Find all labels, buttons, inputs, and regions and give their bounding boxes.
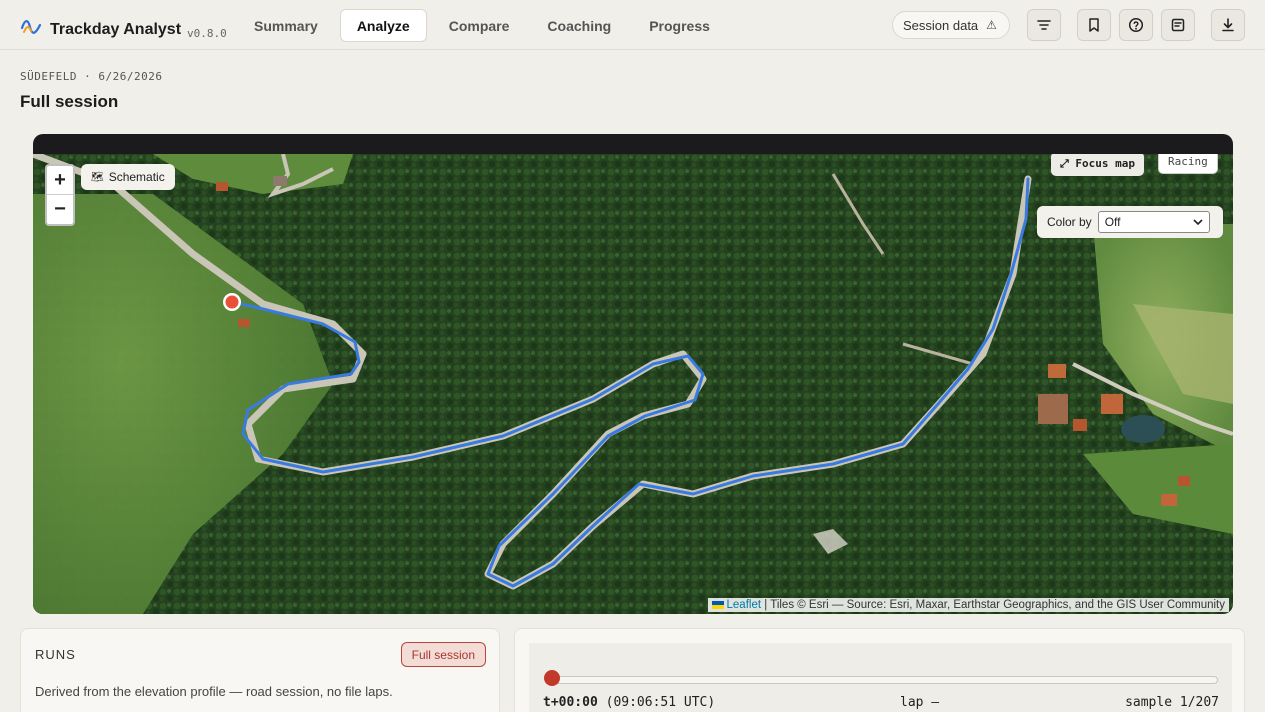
app-version: v0.8.0 bbox=[187, 27, 227, 40]
color-by-select[interactable]: Off bbox=[1097, 211, 1210, 233]
building bbox=[1101, 394, 1123, 414]
building bbox=[1178, 476, 1190, 486]
filter-icon bbox=[1037, 20, 1051, 30]
playback-slider[interactable] bbox=[547, 676, 1218, 684]
time-utc: (09:06:51 UTC) bbox=[605, 695, 716, 710]
zoom-in-button[interactable]: + bbox=[47, 166, 73, 195]
tab-progress[interactable]: Progress bbox=[633, 9, 726, 42]
time-offset: t+00:00 bbox=[543, 695, 598, 710]
runs-title: RUNS bbox=[35, 647, 76, 662]
help-icon bbox=[1128, 17, 1144, 33]
time-readout: t+00:00 (09:06:51 UTC) bbox=[543, 695, 715, 710]
pond bbox=[1121, 415, 1165, 443]
focus-map-button[interactable]: ⤢ Focus map bbox=[1051, 154, 1145, 176]
notes-icon bbox=[1171, 18, 1185, 32]
building bbox=[1161, 494, 1177, 506]
lap-readout: lap – bbox=[900, 695, 940, 710]
main-tabs: Summary Analyze Compare Coaching Progres… bbox=[238, 9, 732, 42]
download-icon bbox=[1222, 18, 1234, 32]
bookmark-icon bbox=[1089, 18, 1099, 32]
tab-analyze[interactable]: Analyze bbox=[339, 9, 427, 42]
chevron-down-icon bbox=[1193, 219, 1203, 226]
breadcrumb: SÜDEFELD · 6/26/2026 bbox=[20, 70, 163, 83]
tab-coaching[interactable]: Coaching bbox=[531, 9, 627, 42]
app-name: Trackday Analyst bbox=[50, 21, 182, 38]
playback-panel: t+00:00 (09:06:51 UTC) lap – sample 1/20… bbox=[529, 643, 1232, 712]
ukraine-flag-icon bbox=[711, 600, 724, 609]
color-by-label: Color by bbox=[1047, 215, 1092, 229]
zoom-out-button[interactable]: − bbox=[47, 195, 73, 224]
full-session-pill[interactable]: Full session bbox=[400, 642, 486, 667]
bookmark-button[interactable] bbox=[1077, 9, 1111, 41]
schematic-button[interactable]: 🗺 Schematic bbox=[81, 164, 175, 190]
satellite-map[interactable]: + − 🗺 Schematic ⤢ Focus map Racing Color… bbox=[33, 154, 1233, 614]
runs-description: Derived from the elevation profile — roa… bbox=[35, 684, 393, 699]
playback-card: t+00:00 (09:06:51 UTC) lap – sample 1/20… bbox=[514, 628, 1245, 712]
tab-summary[interactable]: Summary bbox=[238, 9, 334, 42]
color-by-control: Color by Off bbox=[1037, 206, 1223, 238]
runs-card: RUNS Full session Derived from the eleva… bbox=[20, 628, 500, 712]
map-icon: 🗺 bbox=[91, 171, 104, 183]
color-by-value: Off bbox=[1104, 215, 1121, 229]
building bbox=[273, 176, 287, 186]
notes-button[interactable] bbox=[1161, 9, 1195, 41]
building bbox=[1073, 419, 1087, 431]
building bbox=[216, 182, 228, 191]
map-card: + − 🗺 Schematic ⤢ Focus map Racing Color… bbox=[33, 134, 1233, 614]
help-button[interactable] bbox=[1119, 9, 1153, 41]
tab-compare[interactable]: Compare bbox=[433, 9, 526, 42]
session-data-button[interactable]: Session data ⚠ bbox=[892, 11, 1010, 39]
page-title: Full session bbox=[20, 92, 119, 111]
sample-readout: sample 1/207 bbox=[1125, 695, 1219, 710]
leaflet-link[interactable]: Leaflet bbox=[727, 599, 762, 611]
brand[interactable]: Trackday Analyst v0.8.0 bbox=[20, 12, 227, 40]
building bbox=[1038, 394, 1068, 424]
start-marker[interactable] bbox=[225, 295, 239, 309]
racing-button[interactable]: Racing bbox=[1158, 154, 1218, 174]
warning-icon: ⚠ bbox=[986, 18, 997, 32]
building bbox=[238, 319, 250, 327]
attribution-text: | Tiles © Esri — Source: Esri, Maxar, Ea… bbox=[761, 599, 1225, 611]
schematic-label: Schematic bbox=[108, 170, 165, 184]
logo-icon bbox=[20, 20, 42, 34]
building bbox=[1048, 364, 1066, 378]
download-button[interactable] bbox=[1211, 9, 1245, 41]
filter-button[interactable] bbox=[1027, 9, 1061, 41]
playback-slider-thumb[interactable] bbox=[544, 670, 560, 686]
zoom-control: + − bbox=[45, 164, 75, 226]
session-data-label: Session data bbox=[903, 17, 979, 33]
map-attribution: Leaflet | Tiles © Esri — Source: Esri, M… bbox=[707, 598, 1229, 612]
top-bar: Trackday Analyst v0.8.0 Summary Analyze … bbox=[0, 0, 1265, 50]
